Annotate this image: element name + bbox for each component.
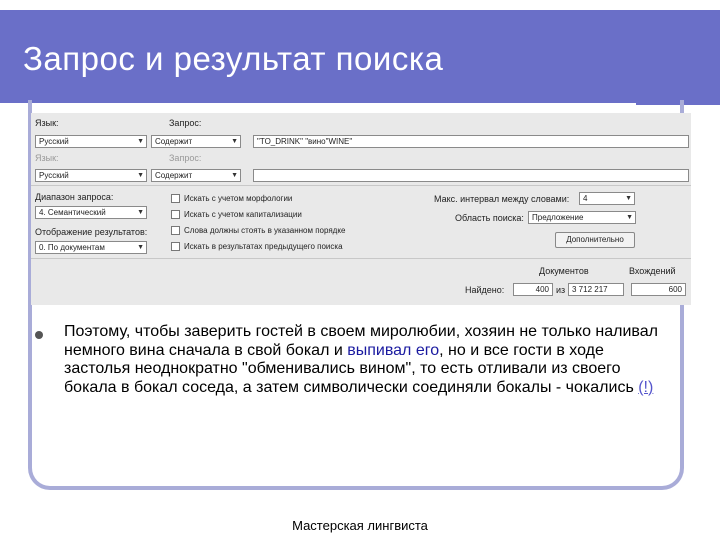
footer-text: Мастерская лингвиста xyxy=(292,518,428,533)
previous-results-checkbox[interactable] xyxy=(171,242,180,251)
language-select[interactable]: Русский ▼ xyxy=(35,135,147,148)
occurrences-column-header: Вхождений xyxy=(629,266,676,276)
bullet-highlight: выпивал его xyxy=(347,341,440,359)
capitalization-label: Искать с учетом капитализации xyxy=(184,210,302,219)
chevron-down-icon: ▼ xyxy=(231,138,238,145)
language-select-2[interactable]: Русский ▼ xyxy=(35,169,147,182)
display-select[interactable]: 0. По документам ▼ xyxy=(35,241,147,254)
documents-column-header: Документов xyxy=(539,266,589,276)
chevron-down-icon: ▼ xyxy=(137,138,144,145)
morphology-checkbox[interactable] xyxy=(171,194,180,203)
max-interval-select[interactable]: 4 ▼ xyxy=(579,192,635,205)
display-label: Отображение результатов: xyxy=(35,227,148,237)
chevron-down-icon: ▼ xyxy=(137,172,144,179)
morphology-label: Искать с учетом морфологии xyxy=(184,194,293,203)
found-occurrences-value: 600 xyxy=(631,283,686,296)
query-label-2: Запрос: xyxy=(169,153,202,163)
chevron-down-icon: ▼ xyxy=(137,244,144,251)
query-type-select-2[interactable]: Содержит ▼ xyxy=(151,169,241,182)
query-type-select[interactable]: Содержит ▼ xyxy=(151,135,241,148)
query-input[interactable]: "TO_DRINK" "вино"WINE" xyxy=(253,135,689,148)
found-label: Найдено: xyxy=(465,285,505,295)
search-area-label: Область поиска: xyxy=(455,213,524,223)
search-form-screenshot: Язык: Запрос: Русский ▼ Содержит ▼ "TO_DRI… xyxy=(31,113,691,305)
bullet-text: Поэтому, чтобы заверить гостей в своем м… xyxy=(64,323,664,397)
bullet-icon xyxy=(35,331,43,339)
capitalization-checkbox[interactable] xyxy=(171,210,180,219)
chevron-down-icon: ▼ xyxy=(137,209,144,216)
word-order-checkbox[interactable] xyxy=(171,226,180,235)
range-label: Диапазон запроса: xyxy=(35,192,114,202)
slide-title: Запрос и результат поиска xyxy=(23,40,444,77)
found-of-label: из xyxy=(556,285,566,295)
title-banner: Запрос и результат поиска xyxy=(0,10,720,105)
chevron-down-icon: ▼ xyxy=(625,195,632,202)
advanced-button[interactable]: Дополнительно xyxy=(555,232,635,248)
max-interval-label: Макс. интервал между словами: xyxy=(434,194,570,204)
word-order-label: Слова должны стоять в указанном порядке xyxy=(184,226,346,235)
search-area-select[interactable]: Предложение ▼ xyxy=(528,211,636,224)
found-documents-value: 400 xyxy=(513,283,553,296)
exclamation-link[interactable]: (!) xyxy=(638,379,653,396)
found-total-value: 3 712 217 xyxy=(568,283,624,296)
query-label: Запрос: xyxy=(169,118,202,128)
query-input-2[interactable] xyxy=(253,169,689,182)
language-label: Язык: xyxy=(35,118,59,128)
chevron-down-icon: ▼ xyxy=(231,172,238,179)
chevron-down-icon: ▼ xyxy=(626,214,633,221)
language-label-2: Язык: xyxy=(35,153,59,163)
separator xyxy=(31,258,691,259)
separator xyxy=(31,185,691,186)
range-select[interactable]: 4. Семантический ▼ xyxy=(35,206,147,219)
previous-results-label: Искать в результатах предыдущего поиска xyxy=(184,242,343,251)
